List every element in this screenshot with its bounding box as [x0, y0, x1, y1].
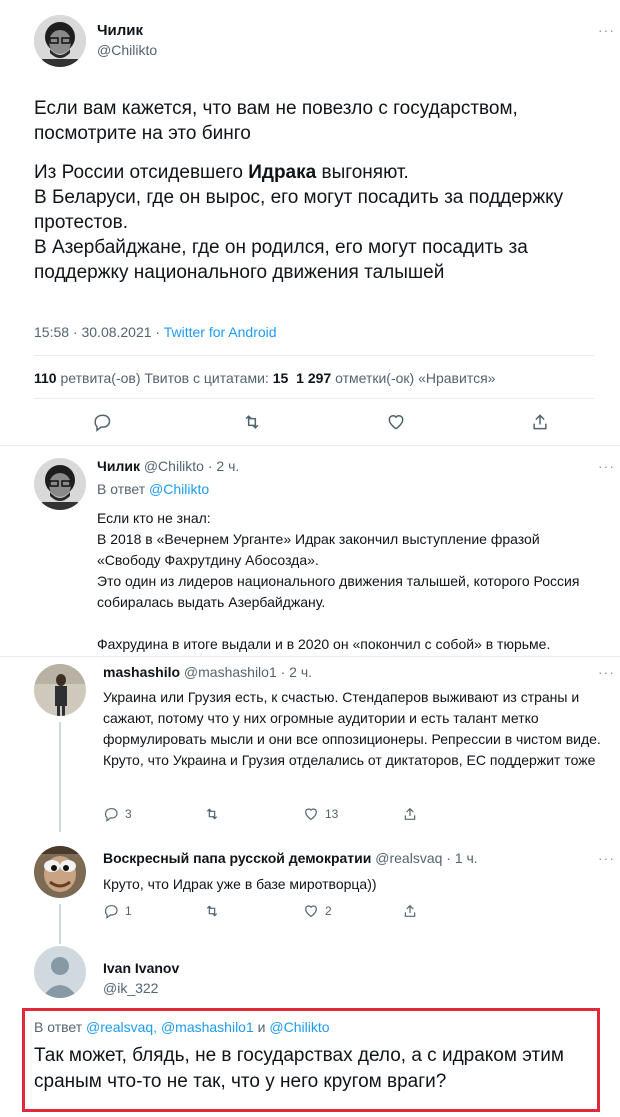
reply-icon: [104, 808, 118, 822]
author-meta[interactable]: @mashashilo1 · 2 ч.: [184, 664, 312, 680]
author-meta[interactable]: @realsvaq · 1 ч.: [375, 850, 477, 866]
share-button[interactable]: [402, 903, 418, 919]
tweet-stats: 110 ретвита(-ов) Твитов с цитатами: 15 1…: [34, 370, 495, 386]
like-button[interactable]: [386, 412, 406, 432]
author-meta[interactable]: @Chilikto · 2 ч.: [144, 458, 239, 474]
main-tweet: Чилик @Chilikto ··· Если вам кажется, чт…: [0, 0, 620, 440]
reply-text: Украина или Грузия есть, к счастью. Стен…: [103, 689, 601, 768]
share-button[interactable]: [530, 412, 550, 432]
tweet-timestamp: 15:58 · 30.08.2021 · Twitter for Android: [34, 324, 277, 340]
reply-header: Воскресный папа русской демократии @real…: [103, 850, 478, 866]
like-count: 13: [325, 807, 339, 821]
avatar[interactable]: [34, 846, 86, 898]
retweet-icon: [245, 415, 259, 429]
like-button[interactable]: 13: [303, 806, 338, 822]
like-count: 2: [325, 904, 332, 918]
tweet-text-bold-name: Идрака: [248, 162, 317, 183]
share-icon: [404, 904, 416, 917]
author-handle[interactable]: @Chilikto: [97, 42, 157, 58]
heart-icon: [305, 905, 317, 918]
divider: [0, 445, 620, 446]
likes-count[interactable]: 1 297: [296, 370, 331, 386]
tweet-text-line2: В Беларуси, где он вырос, его могут поса…: [34, 187, 564, 233]
more-icon[interactable]: ···: [598, 22, 615, 38]
thread-line: [59, 722, 61, 832]
retweet-button[interactable]: [242, 412, 262, 432]
share-icon: [404, 807, 416, 820]
tweet-text-line1b: выгоняют.: [316, 162, 409, 183]
quotes-label: Твитов с цитатами:: [144, 370, 273, 386]
reply-to-and: и: [253, 1019, 270, 1035]
avatar[interactable]: [34, 15, 86, 67]
reply-button[interactable]: 3: [103, 806, 132, 822]
more-icon[interactable]: ···: [598, 850, 615, 866]
reply-to-user[interactable]: @Chilikto: [269, 1019, 329, 1035]
retweet-label: ретвита(-ов): [56, 370, 145, 386]
reply-icon: [104, 905, 118, 919]
quotes-count[interactable]: 15: [273, 370, 289, 386]
divider: [34, 355, 594, 356]
thread-line: [59, 904, 61, 944]
retweet-icon: [206, 905, 218, 917]
author-name[interactable]: Чилик: [97, 458, 140, 474]
tweet-text-intro: Если вам кажется, что вам не повезло с г…: [34, 98, 518, 144]
retweet-icon: [206, 808, 218, 820]
reply-to-prefix: В ответ: [34, 1019, 87, 1035]
likes-label: отметки(-ок) «Нравится»: [331, 370, 496, 386]
tweet-text-line3: В Азербайджане, где он родился, его могу…: [34, 237, 528, 283]
author-name[interactable]: mashashilo: [103, 664, 180, 680]
more-icon[interactable]: ···: [598, 664, 615, 680]
retweet-count[interactable]: 110: [34, 370, 57, 386]
reply-header: mashashilo @mashashilo1 · 2 ч.: [103, 664, 312, 680]
reply-icon: [94, 414, 111, 432]
reply-to-prefix: В ответ: [97, 481, 150, 497]
highlight-box: В ответ @realsvaq, @mashashilo1 и @Chili…: [22, 1008, 600, 1112]
reply-text: Если кто не знал: В 2018 в «Вечернем Ург…: [97, 508, 602, 655]
author-name[interactable]: Воскресный папа русской демократии: [103, 850, 371, 866]
reply-line4: Фахрудина в итоге выдали и в 2020 он «по…: [97, 636, 551, 652]
reply-count: 3: [125, 807, 132, 821]
share-button[interactable]: [402, 806, 418, 822]
reply-to: В ответ @Chilikto: [97, 481, 209, 497]
share-icon: [533, 414, 547, 430]
tweet-text-body: Из России отсидевшего Идрака выгоняют. В…: [34, 160, 594, 285]
more-icon[interactable]: ···: [598, 458, 615, 474]
avatar[interactable]: [34, 946, 86, 998]
retweet-button[interactable]: [204, 903, 220, 919]
reply-text: Так может, блядь, не в государствах дело…: [34, 1045, 564, 1092]
heart-icon: [388, 415, 404, 430]
reply-to-user[interactable]: @Chilikto: [149, 481, 209, 497]
reply-to-users[interactable]: @realsvaq, @mashashilo1: [86, 1019, 254, 1035]
avatar[interactable]: [34, 458, 86, 510]
avatar[interactable]: [34, 664, 86, 716]
reply-button[interactable]: 1: [103, 903, 132, 919]
reply-line3: Это один из лидеров национального движен…: [97, 573, 580, 610]
reply-button[interactable]: [92, 412, 112, 432]
retweet-button[interactable]: [204, 806, 220, 822]
tweet-source[interactable]: Twitter for Android: [164, 324, 277, 340]
reply-line2: В 2018 в «Вечернем Урганте» Идрак законч…: [97, 531, 540, 568]
reply-count: 1: [125, 904, 132, 918]
author-name[interactable]: Чилик: [97, 22, 143, 39]
reply-to: В ответ @realsvaq, @mashashilo1 и @Chili…: [34, 1019, 330, 1035]
reply-line1: Если кто не знал:: [97, 510, 211, 526]
author-name[interactable]: Ivan Ivanov: [103, 960, 179, 976]
divider: [0, 656, 620, 657]
reply-text: Круто, что Идрак уже в базе миротворца)): [103, 876, 377, 892]
reply-header: Чилик @Chilikto · 2 ч.: [97, 458, 239, 474]
divider: [34, 398, 594, 399]
like-button[interactable]: 2: [303, 903, 332, 919]
tweet-time[interactable]: 15:58 · 30.08.2021 ·: [34, 324, 164, 340]
tweet-text-line1a: Из России отсидевшего: [34, 162, 249, 183]
heart-icon: [305, 808, 317, 821]
author-handle[interactable]: @ik_322: [103, 980, 158, 996]
